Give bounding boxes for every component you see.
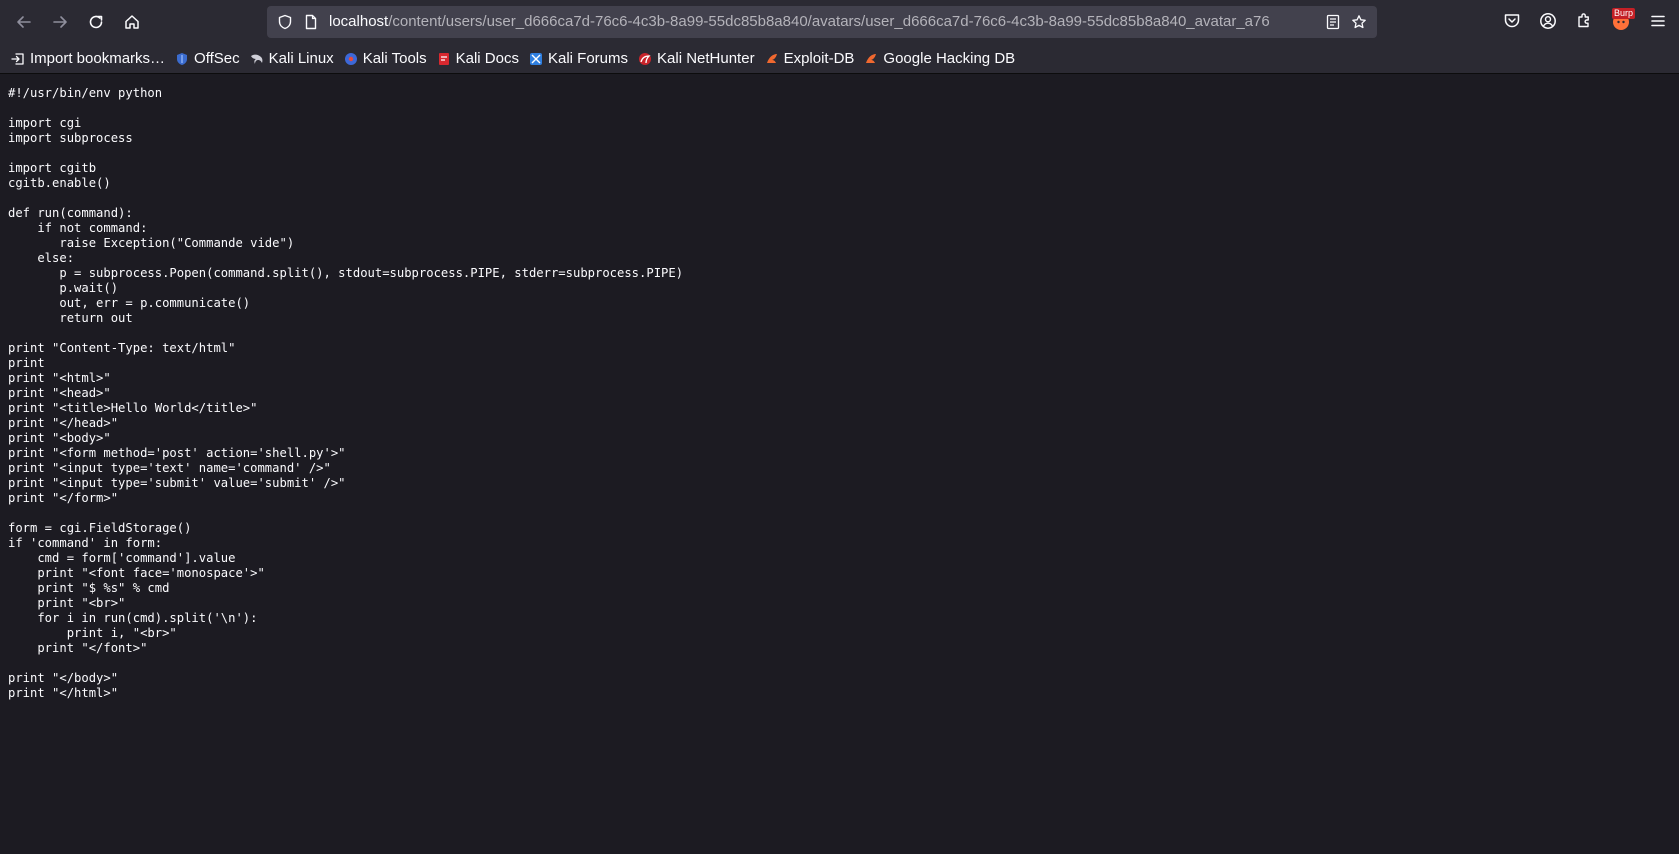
- import-icon: [11, 52, 24, 65]
- kali-dragon-icon: [250, 54, 263, 64]
- back-button[interactable]: [8, 6, 40, 38]
- ghdb-icon: [866, 53, 877, 63]
- address-bar[interactable]: localhost/content/users/user_d666ca7d-76…: [267, 6, 1377, 38]
- home-icon: [125, 15, 139, 29]
- exploit-db-icon: [766, 53, 777, 63]
- shield-icon[interactable]: [277, 14, 293, 30]
- burp-extension-button[interactable]: Burp: [1610, 8, 1636, 32]
- hamburger-menu-icon[interactable]: [1649, 12, 1667, 30]
- bookmark-label: Kali Tools: [362, 50, 427, 67]
- bookmark-kali-docs[interactable]: Kali Docs: [432, 47, 524, 71]
- bookmarks-toolbar: Import bookmarks… OffSec Kali Linux Kali…: [0, 44, 1679, 74]
- url-text[interactable]: localhost/content/users/user_d666ca7d-76…: [329, 6, 1269, 38]
- pocket-icon[interactable]: [1503, 12, 1521, 30]
- bookmark-import[interactable]: Import bookmarks…: [6, 47, 170, 71]
- bookmark-kali-tools[interactable]: Kali Tools: [339, 47, 432, 71]
- bookmark-kali-nethunter[interactable]: Kali NetHunter: [633, 47, 760, 71]
- arrow-right-icon: [53, 16, 67, 28]
- reload-icon: [89, 15, 103, 29]
- kali-forums-icon: [529, 52, 542, 65]
- bookmark-google-hacking-db[interactable]: Google Hacking DB: [859, 47, 1020, 71]
- browser-toolbar: localhost/content/users/user_d666ca7d-76…: [0, 0, 1679, 44]
- home-button[interactable]: [116, 6, 148, 38]
- bookmark-kali-linux[interactable]: Kali Linux: [245, 47, 339, 71]
- forward-button[interactable]: [44, 6, 76, 38]
- arrow-left-icon: [17, 16, 31, 28]
- bookmark-label: Kali Linux: [268, 50, 334, 67]
- kali-tools-icon: [344, 52, 357, 65]
- page-icon[interactable]: [303, 14, 319, 30]
- page-content: #!/usr/bin/env python import cgi import …: [0, 74, 1679, 854]
- reload-button[interactable]: [80, 6, 112, 38]
- url-host: localhost: [329, 13, 389, 30]
- offsec-icon: [177, 52, 188, 65]
- bookmark-offsec[interactable]: OffSec: [170, 47, 245, 71]
- nethunter-icon: [639, 52, 652, 65]
- python-source-text: #!/usr/bin/env python import cgi import …: [8, 86, 684, 700]
- bookmark-label: OffSec: [194, 50, 240, 67]
- bookmark-label: Kali NetHunter: [657, 50, 755, 67]
- bookmark-label: Kali Forums: [547, 50, 629, 67]
- bookmark-exploit-db[interactable]: Exploit-DB: [760, 47, 860, 71]
- bookmark-kali-forums[interactable]: Kali Forums: [524, 47, 633, 71]
- bookmark-label: Import bookmarks…: [30, 50, 166, 67]
- extensions-icon[interactable]: [1575, 12, 1593, 30]
- kali-docs-icon: [438, 52, 449, 65]
- star-bookmark-icon[interactable]: [1351, 14, 1367, 30]
- bookmark-label: Google Hacking DB: [883, 50, 1016, 67]
- reader-view-icon[interactable]: [1325, 14, 1341, 30]
- bookmark-label: Exploit-DB: [783, 50, 855, 67]
- burp-badge: Burp: [1612, 8, 1636, 19]
- account-icon[interactable]: [1539, 12, 1557, 30]
- url-path: /content/users/user_d666ca7d-76c6-4c3b-8…: [388, 13, 1269, 30]
- bookmark-label: Kali Docs: [455, 50, 519, 67]
